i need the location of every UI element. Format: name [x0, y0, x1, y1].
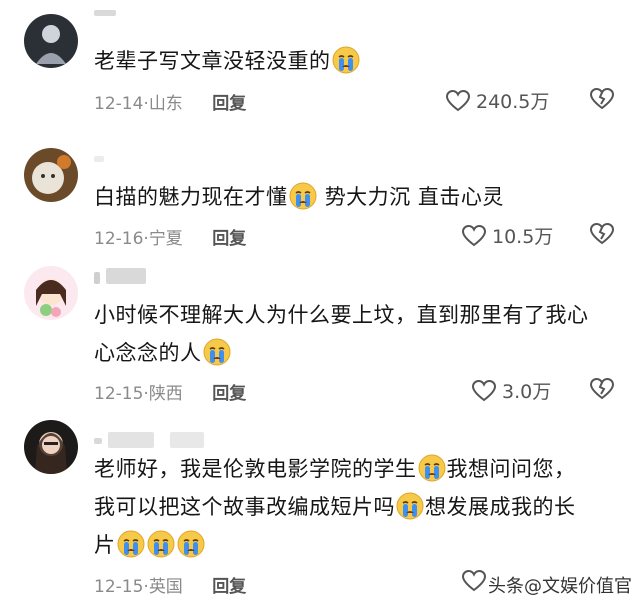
heart-outline-icon — [446, 90, 470, 112]
comment-text: 老师好，我是伦敦电影学院的学生 我想问问您， 我可以把这个故事改编成短片吗 想发展成… — [94, 450, 576, 564]
broken-heart-icon — [590, 222, 614, 246]
reply-button[interactable]: 回复 — [212, 384, 246, 404]
crying-face-emoji-icon — [117, 530, 145, 558]
dislike-button[interactable] — [590, 87, 614, 111]
reply-button[interactable]: 回复 — [212, 229, 246, 249]
crying-face-emoji-icon — [203, 338, 231, 366]
crying-face-emoji-icon — [396, 492, 424, 520]
reply-button[interactable]: 回复 — [212, 94, 246, 114]
like-button[interactable]: 240.5万 — [446, 87, 549, 114]
username-blurred — [94, 10, 116, 16]
comment-text: 老辈子写文章没轻没重的 — [94, 42, 361, 80]
username-blurred — [106, 268, 146, 284]
dislike-button[interactable] — [590, 222, 614, 246]
avatar[interactable] — [24, 266, 78, 320]
username-blurred — [170, 432, 204, 448]
broken-heart-icon — [590, 87, 614, 111]
username-blurred — [108, 432, 154, 448]
comment-text: 小时候不理解大人为什么要上坟，直到那里有了我心 心念念的人 — [94, 303, 589, 366]
crying-face-emoji-icon — [332, 46, 360, 74]
broken-heart-icon — [590, 377, 614, 401]
comment-text: 白描的魅力现在才懂 势大力沉 直击心灵 — [94, 178, 504, 216]
crying-face-emoji-icon — [418, 454, 446, 482]
username-blurred — [94, 438, 102, 444]
like-button[interactable]: 10.5万 — [462, 222, 553, 249]
dislike-button[interactable] — [590, 377, 614, 401]
like-button[interactable]: 3.0万 — [472, 377, 551, 404]
avatar[interactable] — [24, 148, 78, 202]
avatar[interactable] — [24, 420, 78, 474]
reply-button[interactable]: 回复 — [212, 577, 246, 597]
comment-meta: 12-15·英国 回复 — [94, 577, 247, 597]
username-blurred — [94, 272, 100, 284]
watermark: 头条@文娱价值官 — [488, 576, 632, 597]
heart-outline-icon — [462, 570, 486, 592]
crying-face-emoji-icon — [289, 182, 317, 210]
heart-outline-icon — [472, 380, 496, 402]
crying-face-emoji-icon — [147, 530, 175, 558]
username-blurred — [94, 156, 104, 162]
crying-face-emoji-icon — [177, 530, 205, 558]
comment-meta: 12-14·山东 回复 — [94, 94, 247, 114]
avatar[interactable] — [24, 14, 78, 68]
heart-outline-icon — [462, 225, 486, 247]
comment-meta: 12-16·宁夏 回复 — [94, 229, 247, 249]
comment-meta: 12-15·陕西 回复 — [94, 384, 247, 404]
